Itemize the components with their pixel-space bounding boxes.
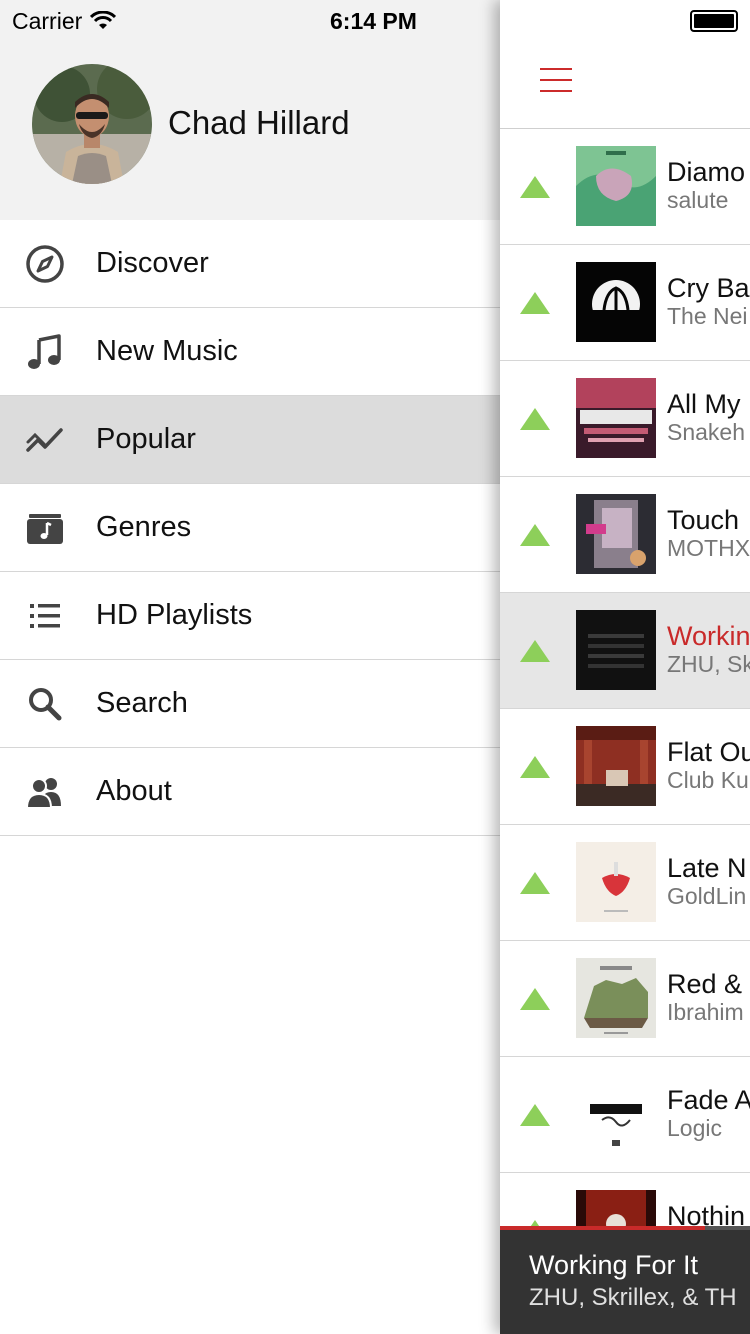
people-icon — [23, 770, 67, 814]
menu-label-search: Search — [96, 687, 188, 719]
track-artist: Ibrahim — [667, 999, 744, 1025]
menu-label-about: About — [96, 775, 172, 807]
wifi-icon — [90, 11, 117, 29]
avatar-photo — [32, 64, 152, 184]
menu-label-hd-playlists: HD Playlists — [96, 599, 253, 631]
trend-up-icon — [520, 292, 550, 314]
now-playing-bar[interactable]: Working For It ZHU, Skrillex, & TH — [500, 1226, 750, 1334]
track-title: Diamo — [667, 157, 746, 187]
track-title: Red & — [667, 969, 743, 999]
trending-icon — [23, 418, 67, 462]
album-art — [576, 958, 656, 1038]
track-title: Touch — [667, 505, 740, 535]
drawer-header: Carrier 6:14 PM Chad Hillard — [0, 0, 500, 220]
menu-item-hd-playlists[interactable]: HD Playlists — [0, 572, 500, 660]
side-drawer: Carrier 6:14 PM Chad Hillard Discover Ne… — [0, 0, 500, 1334]
track-artist: ZHU, Sk — [667, 651, 750, 677]
track-artist: The Nei — [667, 303, 748, 329]
track-row[interactable]: Touch MOTHX — [500, 477, 750, 593]
track-row[interactable]: Workin ZHU, Sk — [500, 593, 750, 709]
menu-label-genres: Genres — [96, 511, 192, 543]
track-title: All My — [667, 389, 741, 419]
menu-label-discover: Discover — [96, 247, 209, 279]
menu-label-new-music: New Music — [96, 335, 238, 367]
track-title: Fade A — [667, 1085, 750, 1115]
compass-icon — [23, 242, 67, 286]
list-icon — [23, 594, 67, 638]
track-artist: salute — [667, 187, 729, 213]
user-name: Chad Hillard — [168, 104, 350, 141]
now-playing-artist: ZHU, Skrillex, & TH — [529, 1284, 737, 1311]
album-art — [576, 494, 656, 574]
album-art — [576, 610, 656, 690]
track-row[interactable]: Flat Ou Club Ku — [500, 709, 750, 825]
track-artist: GoldLin — [667, 883, 747, 909]
search-icon — [23, 682, 67, 726]
battery-icon — [690, 10, 738, 32]
track-artist: Snakeh — [667, 419, 746, 445]
menu-item-about[interactable]: About — [0, 748, 500, 836]
avatar[interactable] — [32, 64, 152, 184]
menu-item-discover[interactable]: Discover — [0, 220, 500, 308]
track-row[interactable]: Late N GoldLin — [500, 825, 750, 941]
track-list: Diamo salute Cry Ba The Nei All My Snake… — [500, 129, 750, 1289]
music-folder-icon — [23, 506, 67, 550]
track-row[interactable]: All My Snakeh — [500, 361, 750, 477]
menu-item-popular[interactable]: Popular — [0, 396, 500, 484]
trend-up-icon — [520, 756, 550, 778]
trend-up-icon — [520, 408, 550, 430]
track-title: Flat Ou — [667, 737, 750, 767]
trend-up-icon — [520, 176, 550, 198]
track-title: Cry Ba — [667, 273, 750, 303]
album-art — [576, 842, 656, 922]
track-row[interactable]: Cry Ba The Nei — [500, 245, 750, 361]
track-artist: MOTHX — [667, 535, 750, 561]
track-artist: Logic — [667, 1115, 722, 1141]
album-art — [576, 262, 656, 342]
album-art — [576, 378, 656, 458]
trend-up-icon — [520, 1104, 550, 1126]
status-carrier: Carrier — [12, 6, 117, 36]
drawer-menu: Discover New Music Popular Genres HD Pla… — [0, 220, 500, 836]
track-row[interactable]: Fade A Logic — [500, 1057, 750, 1173]
trend-up-icon — [520, 872, 550, 894]
track-title: Late N — [667, 853, 747, 883]
track-row[interactable]: Diamo salute — [500, 129, 750, 245]
carrier-label: Carrier — [12, 7, 83, 34]
hamburger-menu-icon[interactable] — [540, 66, 576, 96]
track-row[interactable]: Red & Ibrahim — [500, 941, 750, 1057]
main-view: Diamo salute Cry Ba The Nei All My Snake… — [500, 0, 750, 1334]
music-note-icon — [23, 330, 67, 374]
now-playing-title: Working For It — [529, 1250, 699, 1280]
trend-up-icon — [520, 524, 550, 546]
playback-progress[interactable] — [500, 1226, 750, 1230]
trend-up-icon — [520, 988, 550, 1010]
menu-item-new-music[interactable]: New Music — [0, 308, 500, 396]
track-artist: Club Ku — [667, 767, 749, 793]
menu-item-genres[interactable]: Genres — [0, 484, 500, 572]
trend-up-icon — [520, 640, 550, 662]
album-art — [576, 146, 656, 226]
menu-label-popular: Popular — [96, 423, 196, 455]
status-time: 6:14 PM — [330, 8, 417, 34]
album-art — [576, 726, 656, 806]
menu-item-search[interactable]: Search — [0, 660, 500, 748]
playback-progress-fill — [500, 1226, 705, 1230]
track-title: Workin — [667, 621, 750, 651]
album-art — [576, 1074, 656, 1154]
